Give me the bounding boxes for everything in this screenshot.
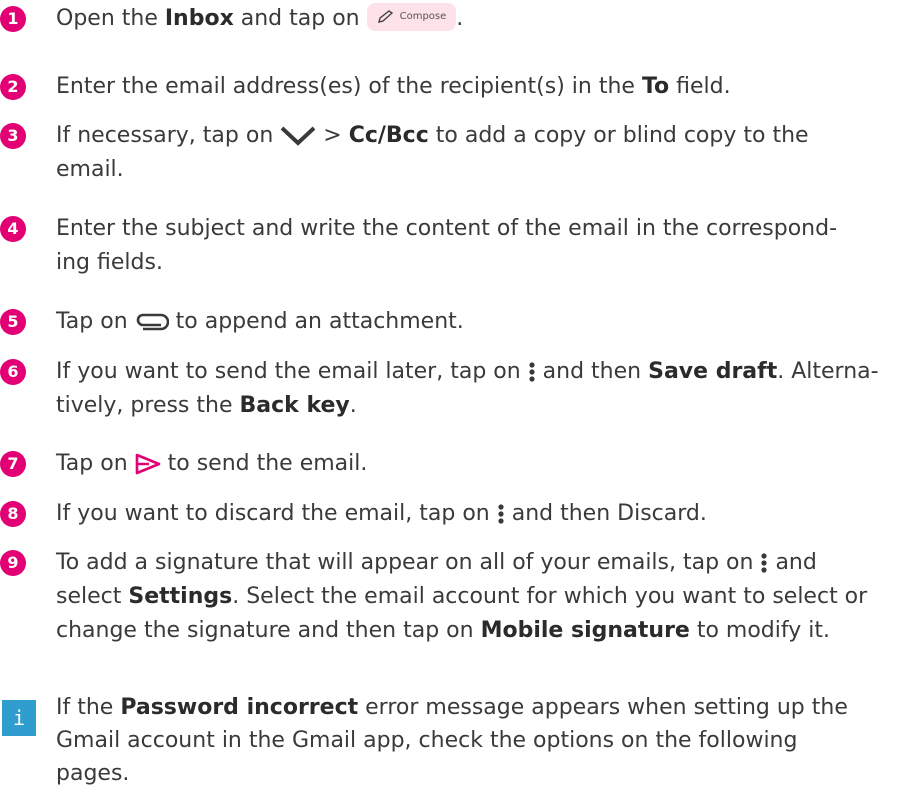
step-number: 6 [0,359,26,385]
step-text: If necessary, tap on > Cc/Bcc to add a c… [56,123,809,182]
step-text: Enter the email address(es) of the recip… [56,74,731,99]
step-text: If you want to send the email later, tap… [56,359,879,418]
step-text: If you want to discard the email, tap on… [56,501,707,526]
more-vert-icon [498,504,504,524]
step-text: Tap on to send the email. [56,451,368,476]
send-icon [135,453,160,475]
more-vert-icon [529,362,535,382]
step-text: Tap on to append an attachment. [56,309,464,334]
step-number: 2 [0,74,26,100]
info-icon: i [2,700,36,736]
step-text: Enter the subject and write the content … [56,216,838,275]
step-number: 8 [0,501,26,527]
paperclip-icon [136,313,169,331]
step-number: 7 [0,451,26,477]
info-note: If the Password incorrect error message … [56,695,848,786]
step-number: 4 [0,216,26,242]
step-text: To add a signature that will appear on a… [56,550,868,643]
step-number: 3 [0,123,26,149]
pencil-icon [377,10,393,23]
step-number: 1 [0,6,26,32]
chevron-down-icon [280,126,316,146]
step-number: 9 [0,550,26,576]
step-number: 5 [0,309,26,335]
step-text: Open the Inbox and tap on Compose . [56,2,895,36]
compose-button[interactable]: Compose [366,3,457,31]
